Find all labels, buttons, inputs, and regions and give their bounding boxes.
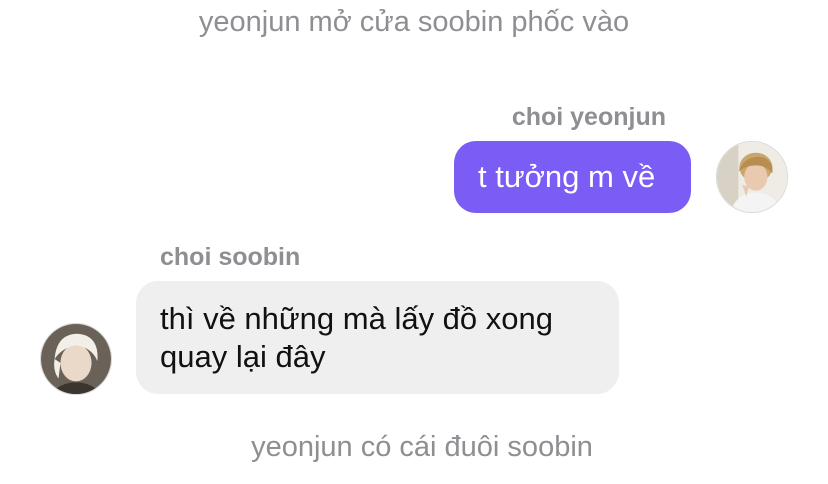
message-bubble-incoming[interactable]: thì về những mà lấy đồ xong quay lại đây <box>136 281 619 394</box>
avatar-photo-icon <box>41 324 111 394</box>
chat-thread: yeonjun mở cửa soobin phốc vào choi yeon… <box>0 0 828 484</box>
message-text: t tưởng m về <box>478 159 656 194</box>
avatar-photo-icon <box>717 142 787 212</box>
message-bubble-outgoing[interactable]: t tưởng m về <box>454 141 691 213</box>
sender-name-incoming: choi soobin <box>160 243 301 271</box>
message-text-line2: quay lại đây <box>160 339 326 374</box>
system-message-top: yeonjun mở cửa soobin phốc vào <box>198 6 630 38</box>
system-message-bottom: yeonjun có cái đuôi soobin <box>251 431 593 463</box>
avatar-outgoing[interactable] <box>716 141 788 213</box>
message-text-line1: thì về những mà lấy đồ xong <box>160 301 553 336</box>
sender-name-outgoing: choi yeonjun <box>511 103 666 131</box>
avatar-incoming[interactable] <box>40 323 112 395</box>
